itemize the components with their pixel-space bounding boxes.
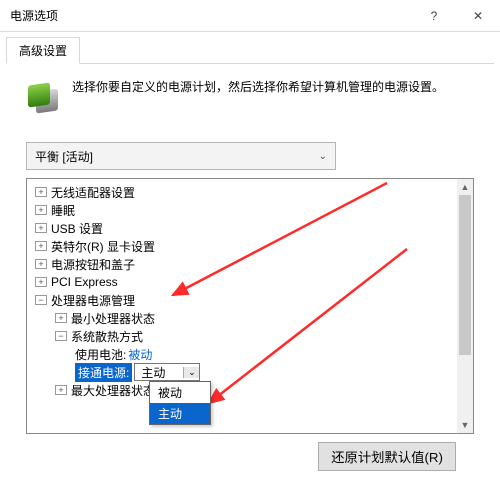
window-title: 电源选项 bbox=[10, 7, 412, 24]
battery-icon bbox=[26, 78, 62, 114]
vertical-scrollbar[interactable]: ▲ ▼ bbox=[457, 179, 473, 433]
tab-advanced[interactable]: 高级设置 bbox=[6, 37, 80, 64]
help-button[interactable]: ? bbox=[412, 0, 456, 32]
power-plan-value: 平衡 [活动] bbox=[35, 148, 93, 165]
power-plan-combo[interactable]: 平衡 [活动] ⌄ bbox=[26, 142, 336, 170]
expand-icon[interactable]: + bbox=[35, 223, 47, 233]
tree-item-cooling[interactable]: −系统散热方式 bbox=[29, 327, 455, 345]
tree-item[interactable]: +英特尔(R) 显卡设置 bbox=[29, 237, 455, 255]
intro-text: 选择你要自定义的电源计划，然后选择你希望计算机管理的电源设置。 bbox=[72, 78, 444, 114]
tree-item[interactable]: +无线适配器设置 bbox=[29, 183, 455, 201]
settings-tree: +无线适配器设置 +睡眠 +USB 设置 +英特尔(R) 显卡设置 +电源按钮和… bbox=[26, 178, 474, 434]
tab-strip: 高级设置 bbox=[6, 38, 494, 64]
cooling-on-battery[interactable]: 使用电池: 被动 bbox=[29, 345, 455, 363]
collapse-icon[interactable]: − bbox=[35, 295, 47, 305]
expand-icon[interactable]: + bbox=[35, 205, 47, 215]
collapse-icon[interactable]: − bbox=[55, 331, 67, 341]
tree-item[interactable]: +睡眠 bbox=[29, 201, 455, 219]
scroll-down-button[interactable]: ▼ bbox=[457, 417, 473, 433]
restore-defaults-button[interactable]: 还原计划默认值(R) bbox=[318, 442, 456, 471]
tree-item[interactable]: +PCI Express bbox=[29, 273, 455, 291]
expand-icon[interactable]: + bbox=[55, 385, 67, 395]
expand-icon[interactable]: + bbox=[35, 187, 47, 197]
cooling-plugged-dropdown[interactable]: 主动 ⌄ bbox=[134, 363, 200, 381]
tree-item[interactable]: +电源按钮和盖子 bbox=[29, 255, 455, 273]
expand-icon[interactable]: + bbox=[55, 313, 67, 323]
tree-item[interactable]: +USB 设置 bbox=[29, 219, 455, 237]
titlebar: 电源选项 ? ✕ bbox=[0, 0, 500, 32]
intro-row: 选择你要自定义的电源计划，然后选择你希望计算机管理的电源设置。 bbox=[26, 78, 474, 114]
expand-icon[interactable]: + bbox=[35, 259, 47, 269]
scroll-thumb[interactable] bbox=[459, 195, 471, 355]
option-active[interactable]: 主动 bbox=[150, 403, 210, 424]
expand-icon[interactable]: + bbox=[35, 241, 47, 251]
chevron-down-icon[interactable]: ⌄ bbox=[183, 367, 199, 378]
cooling-plugged-in[interactable]: 接通电源: 主动 ⌄ bbox=[29, 363, 455, 381]
close-button[interactable]: ✕ bbox=[456, 0, 500, 32]
expand-icon[interactable]: + bbox=[35, 277, 47, 287]
plugged-label-selected: 接通电源: bbox=[75, 363, 132, 382]
tree-item-cpu-power[interactable]: −处理器电源管理 bbox=[29, 291, 455, 309]
cooling-dropdown-list[interactable]: 被动 主动 bbox=[149, 381, 211, 425]
tree-item-max-state[interactable]: +最大处理器状态 bbox=[29, 381, 455, 399]
chevron-down-icon: ⌄ bbox=[319, 151, 327, 162]
tree-item-min-state[interactable]: +最小处理器状态 bbox=[29, 309, 455, 327]
scroll-up-button[interactable]: ▲ bbox=[457, 179, 473, 195]
option-passive[interactable]: 被动 bbox=[150, 382, 210, 403]
